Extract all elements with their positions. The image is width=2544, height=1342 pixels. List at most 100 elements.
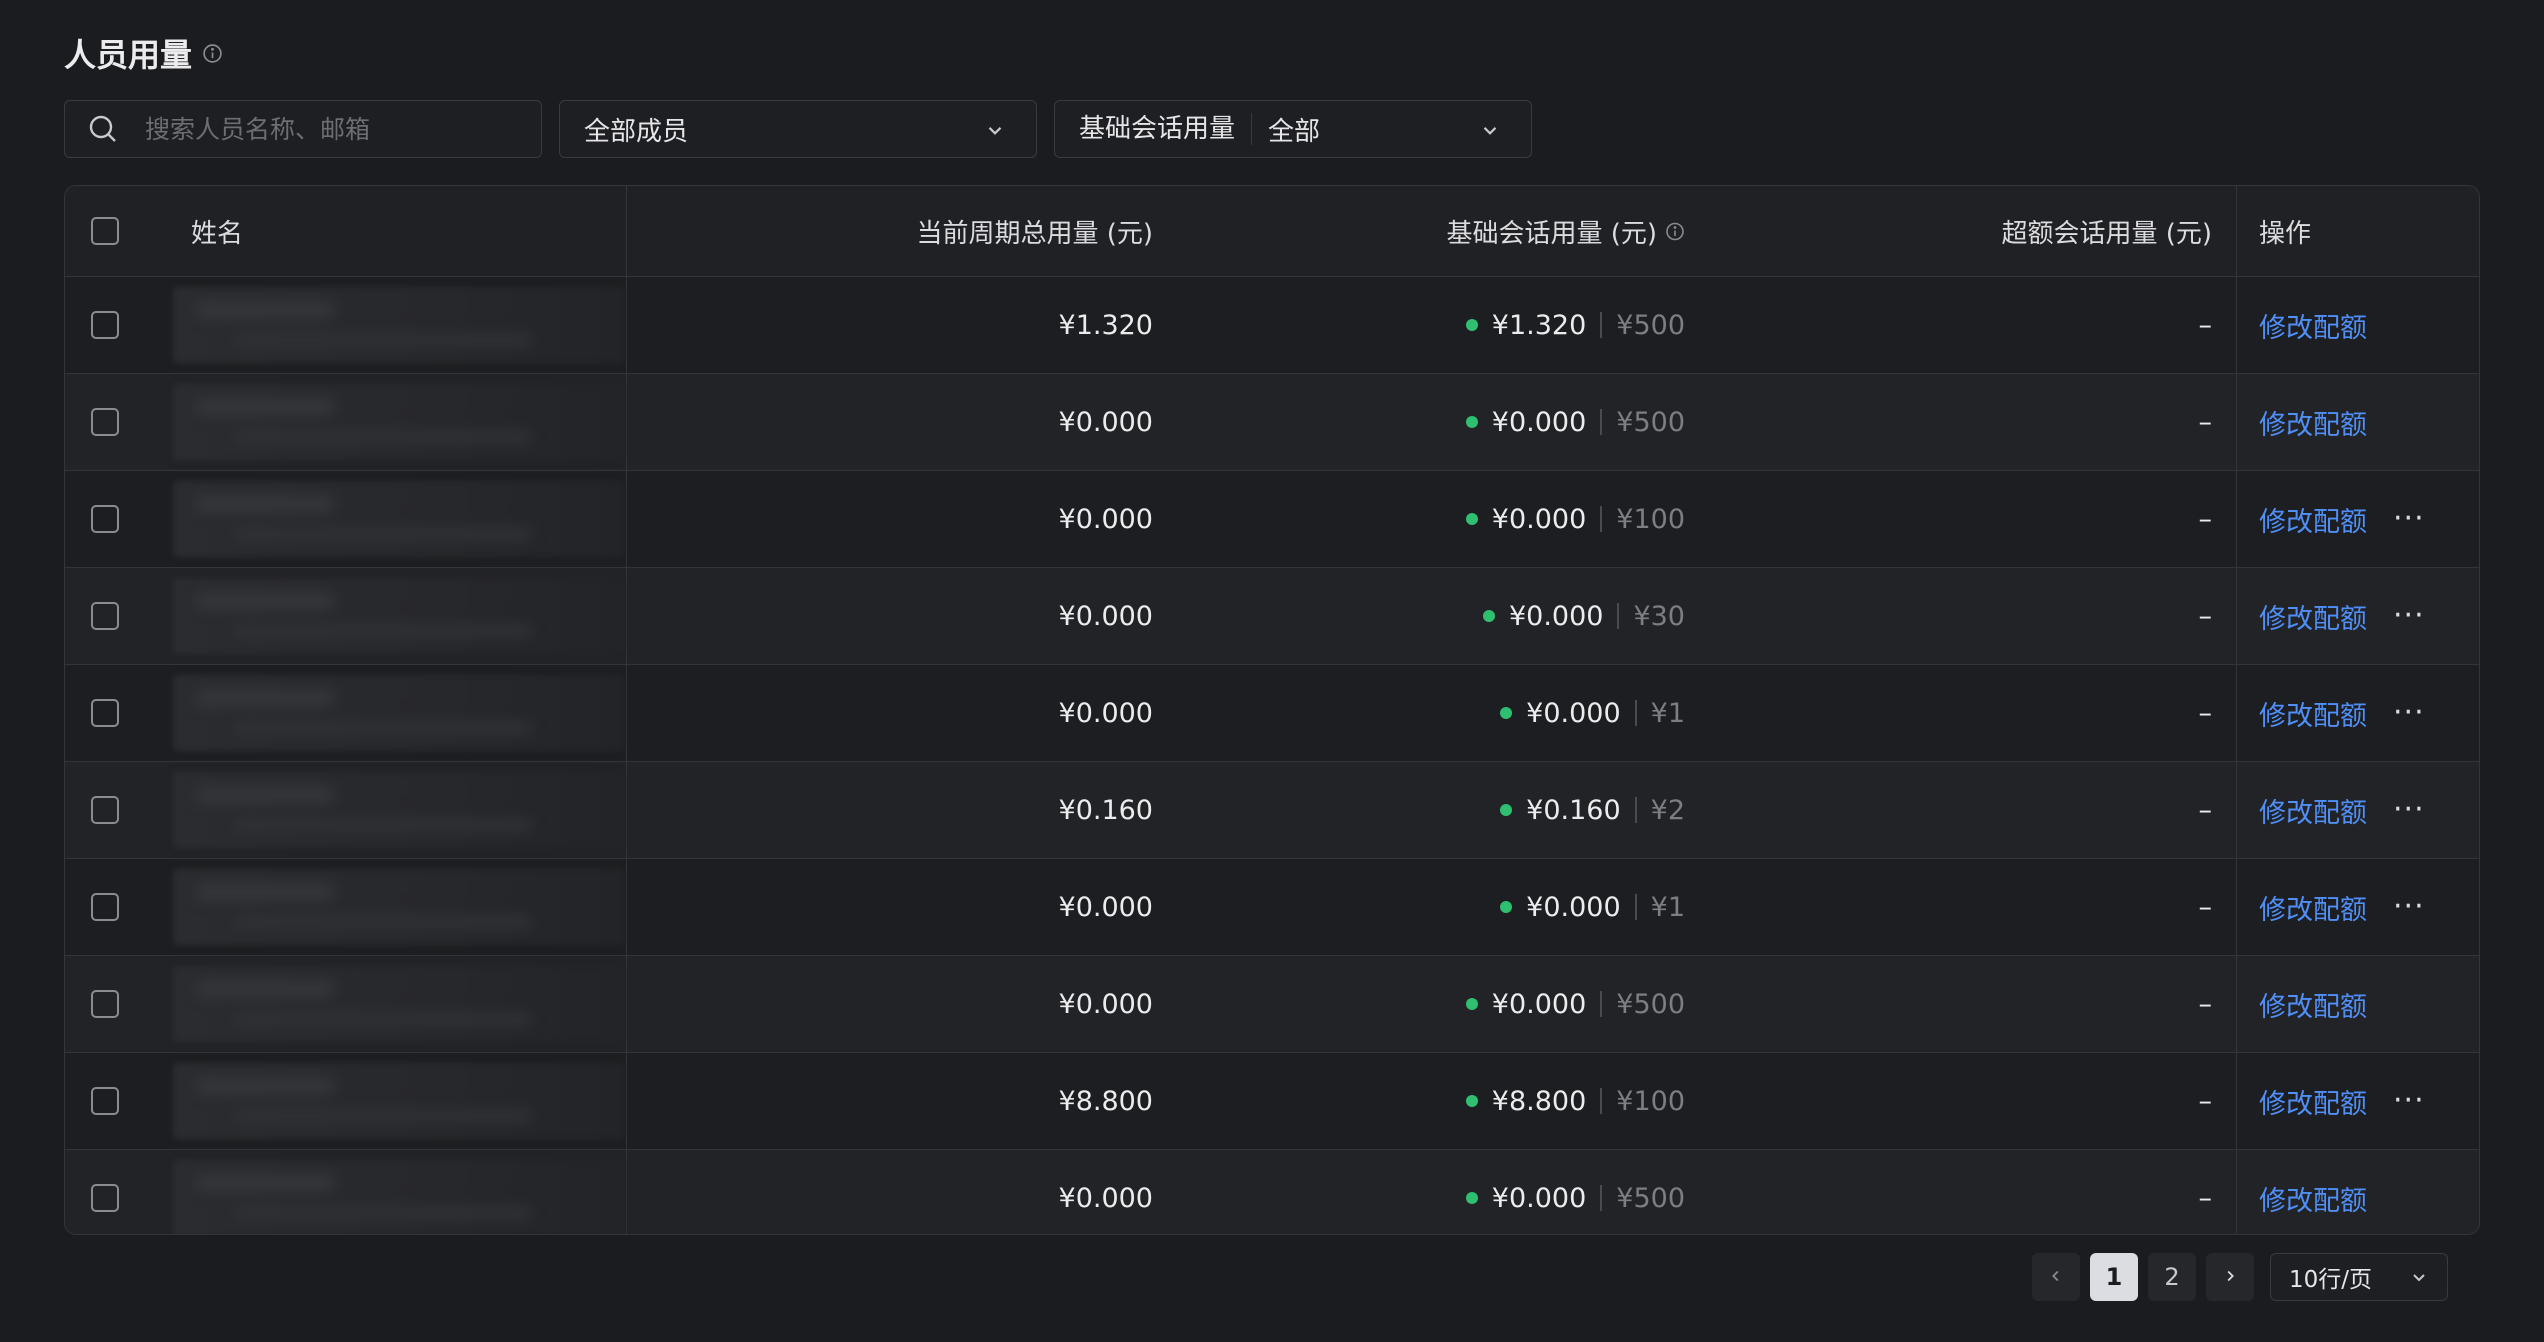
- page-button[interactable]: 2: [2148, 1253, 2196, 1301]
- row-checkbox[interactable]: [91, 408, 119, 436]
- edit-quota-link[interactable]: 修改配额: [2259, 888, 2367, 927]
- op-cell: 修改配额 ···: [2237, 762, 2479, 858]
- total-usage: ¥0.000: [1058, 600, 1153, 632]
- blurred-member-name: [173, 1160, 625, 1234]
- page-button[interactable]: 1: [2090, 1253, 2138, 1301]
- total-cell: ¥0.000: [627, 1150, 1153, 1234]
- op-cell: 修改配额: [2237, 374, 2479, 470]
- usage-select[interactable]: 基础会话用量 全部: [1054, 100, 1532, 158]
- edit-quota-link[interactable]: 修改配额: [2259, 985, 2367, 1024]
- base-usage: ¥0.000 ¥500: [1465, 988, 1685, 1020]
- base-used: ¥1.320: [1491, 309, 1587, 341]
- name-cell: [145, 1150, 627, 1234]
- status-dot: [1482, 610, 1495, 622]
- header-op-cell: 操作: [2237, 186, 2479, 276]
- table-row: ¥0.000 ¥0.000 ¥1 – 修改配额 ···: [65, 859, 2479, 956]
- table-row: ¥0.000 ¥0.000 ¥100 – 修改配额 ···: [65, 471, 2479, 568]
- total-usage: ¥0.000: [1058, 891, 1153, 923]
- member-select[interactable]: 全部成员: [559, 100, 1037, 158]
- divider: [1600, 991, 1603, 1017]
- header-total-cell: 当前周期总用量 (元): [627, 186, 1153, 276]
- row-check-cell: [65, 859, 145, 955]
- edit-quota-link[interactable]: 修改配额: [2259, 306, 2367, 345]
- column-header-op: 操作: [2259, 218, 2312, 249]
- row-checkbox[interactable]: [91, 699, 119, 727]
- name-cell: [145, 1053, 627, 1149]
- header-base-cell: 基础会话用量 (元): [1153, 186, 1685, 276]
- over-usage: –: [2198, 891, 2213, 923]
- over-usage: –: [2198, 794, 2213, 826]
- usage-select-label: 基础会话用量: [1079, 113, 1253, 145]
- total-cell: ¥8.800: [627, 1053, 1153, 1149]
- status-dot: [1500, 707, 1513, 719]
- base-used: ¥0.000: [1526, 891, 1621, 923]
- more-icon[interactable]: ···: [2393, 504, 2425, 534]
- divider: [1600, 1088, 1603, 1114]
- base-cell: ¥1.320 ¥500: [1153, 277, 1685, 373]
- row-check-cell: [65, 568, 145, 664]
- base-usage: ¥0.000 ¥500: [1465, 1183, 1685, 1214]
- edit-quota-link[interactable]: 修改配额: [2259, 403, 2367, 442]
- base-quota: ¥500: [1616, 309, 1685, 341]
- over-cell: –: [1685, 1053, 2237, 1149]
- status-dot: [1465, 513, 1478, 525]
- row-checkbox[interactable]: [91, 796, 119, 824]
- base-cell: ¥8.800 ¥100: [1153, 1053, 1685, 1149]
- total-usage: ¥0.000: [1058, 406, 1153, 438]
- row-checkbox[interactable]: [91, 1087, 119, 1115]
- divider: [1600, 312, 1603, 338]
- edit-quota-link[interactable]: 修改配额: [2259, 500, 2367, 539]
- edit-quota-link[interactable]: 修改配额: [2259, 1179, 2367, 1218]
- page-title: 人员用量: [64, 36, 193, 74]
- info-icon[interactable]: [1665, 221, 1685, 241]
- row-check-cell: [65, 956, 145, 1052]
- page-size-value: 10行/页: [2289, 1267, 2373, 1293]
- usage-table: 姓名 当前周期总用量 (元) 基础会话用量 (元) 超额会话用量 (元) 操作: [64, 185, 2480, 1235]
- prev-page-button[interactable]: [2032, 1253, 2080, 1301]
- blurred-member-name: [173, 481, 625, 557]
- row-checkbox[interactable]: [91, 311, 119, 339]
- edit-quota-link[interactable]: 修改配额: [2259, 597, 2367, 636]
- row-checkbox[interactable]: [91, 1184, 119, 1212]
- edit-quota-link[interactable]: 修改配额: [2259, 1082, 2367, 1121]
- base-used: ¥0.160: [1526, 794, 1621, 826]
- select-all-checkbox[interactable]: [91, 217, 119, 245]
- total-usage: ¥0.000: [1058, 503, 1153, 535]
- row-checkbox[interactable]: [91, 602, 119, 630]
- op-cell: 修改配额 ···: [2237, 1053, 2479, 1149]
- more-icon[interactable]: ···: [2393, 1086, 2425, 1116]
- base-cell: ¥0.000 ¥100: [1153, 471, 1685, 567]
- base-quota: ¥1: [1650, 891, 1685, 923]
- row-checkbox[interactable]: [91, 893, 119, 921]
- row-check-cell: [65, 471, 145, 567]
- op-cell: 修改配额: [2237, 277, 2479, 373]
- blurred-member-name: [173, 869, 625, 945]
- row-check-cell: [65, 1053, 145, 1149]
- info-icon[interactable]: [202, 43, 223, 64]
- row-check-cell: [65, 762, 145, 858]
- base-usage: ¥0.160 ¥2: [1500, 795, 1685, 826]
- total-usage: ¥0.160: [1058, 794, 1153, 826]
- more-icon[interactable]: ···: [2393, 795, 2425, 825]
- over-usage: –: [2198, 697, 2213, 729]
- base-usage: ¥0.000 ¥500: [1465, 407, 1685, 438]
- base-used: ¥0.000: [1491, 988, 1587, 1020]
- more-icon[interactable]: ···: [2393, 601, 2425, 631]
- table-row: ¥0.000 ¥0.000 ¥500 – 修改配额: [65, 956, 2479, 1053]
- base-usage: ¥0.000 ¥1: [1500, 892, 1685, 923]
- table-row: ¥1.320 ¥1.320 ¥500 – 修改配额: [65, 277, 2479, 374]
- page-size-select[interactable]: 10行/页: [2270, 1253, 2448, 1301]
- row-checkbox[interactable]: [91, 990, 119, 1018]
- search-input[interactable]: [143, 113, 507, 145]
- blurred-member-name: [173, 384, 625, 460]
- more-icon[interactable]: ···: [2393, 892, 2425, 922]
- more-icon[interactable]: ···: [2393, 698, 2425, 728]
- next-page-button[interactable]: [2206, 1253, 2254, 1301]
- search-icon: [87, 113, 119, 145]
- search-box[interactable]: [64, 100, 542, 158]
- chevron-down-icon: [1479, 118, 1501, 140]
- edit-quota-link[interactable]: 修改配额: [2259, 694, 2367, 733]
- usage-select-value: 全部: [1268, 116, 1321, 147]
- edit-quota-link[interactable]: 修改配额: [2259, 791, 2367, 830]
- row-checkbox[interactable]: [91, 505, 119, 533]
